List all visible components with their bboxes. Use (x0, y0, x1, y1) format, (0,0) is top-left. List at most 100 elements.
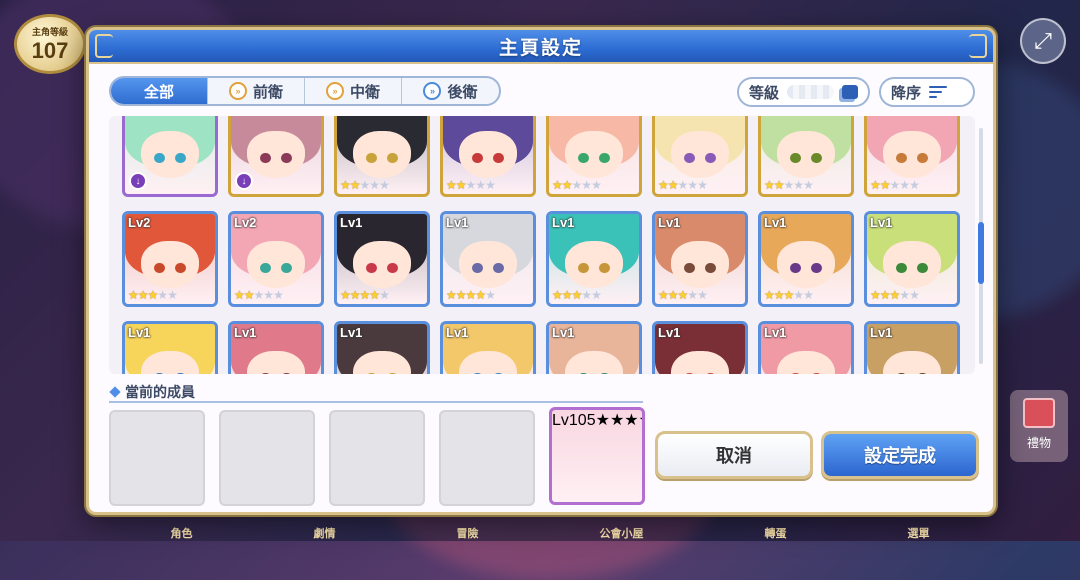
character-card[interactable]: Lv1 (652, 321, 748, 374)
level-label: Lv1 (552, 215, 575, 230)
nav-item[interactable]: 選單 (908, 525, 930, 541)
star-empty-icon: ★ (591, 288, 602, 302)
character-card[interactable]: Lv2 ★★★★★ (228, 211, 324, 307)
star-filled-icon: ★ (234, 288, 245, 302)
star-rating: ★★★★★ (658, 288, 708, 302)
tab-middle[interactable]: » 中衛 (305, 78, 402, 104)
character-roster[interactable]: ↓ ↓ ★★★★★ ★★★★★ ★★★★★ ★★★★★ ★★★★★ ★★★★★ Lv2 ★★★★★… (109, 116, 975, 374)
character-card[interactable]: Lv1 (758, 321, 854, 374)
sort-icon (929, 86, 948, 98)
sort-by-button[interactable]: 等級 (737, 77, 870, 107)
members-label: 當前的成員 (125, 384, 195, 400)
nav-item[interactable]: 轉蛋 (765, 525, 787, 541)
star-empty-icon: ★ (465, 178, 477, 192)
character-card[interactable]: ★★★★★ (652, 116, 748, 197)
character-card[interactable]: Lv1 (228, 321, 324, 374)
portrait-eye (789, 262, 801, 274)
character-card[interactable]: ★★★★★ (440, 116, 536, 197)
portrait-face (459, 131, 517, 178)
star-filled-icon: ★ (561, 178, 573, 192)
character-card[interactable]: ★★★★★ (334, 116, 430, 197)
character-card[interactable]: ★★★★★ (864, 116, 960, 197)
star-empty-icon: ★ (369, 178, 380, 192)
character-card[interactable]: Lv1 (334, 321, 430, 374)
gift-button[interactable]: 禮物 (1010, 390, 1068, 462)
star-empty-icon: ★ (591, 178, 602, 192)
portrait-face (247, 241, 305, 288)
tab-back[interactable]: » 後衛 (402, 78, 499, 104)
nav-item[interactable]: 角色 (171, 525, 193, 541)
tab-label: 中衛 (349, 83, 380, 101)
player-level-badge: 主角等級 107 (14, 14, 86, 74)
portrait-face (247, 131, 305, 178)
front-position-icon: » (228, 82, 247, 100)
star-filled-icon: ★ (667, 178, 679, 192)
star-filled-icon: ★ (465, 288, 477, 302)
level-label: Lv2 (234, 215, 257, 230)
sort-order-label: 降序 (891, 84, 922, 102)
confirm-button[interactable]: 設定完成 (821, 431, 979, 479)
tab-label: 前衛 (252, 83, 283, 101)
star-filled-icon: ★ (571, 288, 583, 302)
star-rating: ★★★★★ (764, 288, 814, 302)
star-filled-icon: ★ (561, 288, 573, 302)
character-card[interactable]: ↓ (122, 116, 218, 197)
portrait-eye (577, 152, 589, 164)
character-card[interactable]: ★★★★★ (758, 116, 854, 197)
position-filter-tabs: 全部 » 前衛 » 中衛 » 後衛 (109, 76, 501, 106)
star-filled-icon: ★ (455, 288, 467, 302)
character-card[interactable]: Lv1 ★★★★★ (334, 211, 430, 307)
character-card[interactable]: Lv1 ★★★★★ (758, 211, 854, 307)
divider (109, 401, 643, 403)
nav-item[interactable]: 冒險 (457, 525, 479, 541)
portrait-face (777, 131, 835, 178)
members-heading: 當前的成員 (109, 382, 195, 402)
star-rating: ★★★★★ (128, 288, 178, 302)
character-card[interactable]: Lv2 ★★★★★ (122, 211, 218, 307)
character-card[interactable]: Lv1 (122, 321, 218, 374)
star-filled-icon: ★ (870, 288, 881, 302)
scrollbar-thumb[interactable] (978, 222, 984, 284)
character-card[interactable]: Lv1 (864, 321, 960, 374)
character-card[interactable]: Lv1 ★★★★★ (440, 211, 536, 307)
gift-label: 禮物 (1026, 436, 1051, 450)
character-card[interactable]: Lv1 (440, 321, 536, 374)
tab-front[interactable]: » 前衛 (208, 78, 305, 104)
expand-icon[interactable]: ⤢ (1020, 18, 1066, 64)
star-filled-icon: ★ (879, 288, 891, 302)
character-card[interactable]: Lv1 ★★★★★ (546, 211, 642, 307)
cancel-button[interactable]: 取消 (655, 431, 813, 479)
star-empty-icon: ★ (899, 178, 910, 192)
star-filled-icon: ★ (667, 288, 679, 302)
character-card[interactable]: ↓ (228, 116, 324, 197)
empty-member-slot[interactable] (109, 410, 205, 506)
character-card[interactable]: ★★★★★ (546, 116, 642, 197)
star-filled-icon: ★ (340, 288, 351, 302)
empty-member-slot[interactable] (439, 410, 535, 506)
back-position-icon: » (423, 82, 442, 100)
star-filled-icon: ★ (552, 288, 563, 302)
character-card[interactable]: Lv1 (546, 321, 642, 374)
sort-order-button[interactable]: 降序 (879, 77, 975, 107)
tab-all[interactable]: 全部 (111, 78, 208, 104)
empty-member-slot[interactable] (329, 410, 425, 506)
level-label: Lv1 (658, 325, 681, 340)
nav-item[interactable]: 公會小屋 (600, 525, 644, 541)
star-filled-icon: ★ (147, 288, 159, 302)
star-rating: ★★★★★ (764, 178, 814, 192)
nav-item[interactable]: 劇情 (314, 525, 336, 541)
portrait-face (671, 241, 729, 288)
star-empty-icon: ★ (157, 288, 168, 302)
star-empty-icon: ★ (485, 178, 496, 192)
portrait-eye (471, 152, 483, 164)
star-filled-icon: ★ (595, 412, 610, 429)
portrait-eye (789, 152, 801, 164)
character-card[interactable]: Lv1 ★★★★★ (864, 211, 960, 307)
dialog-header: 主頁設定 (89, 30, 993, 64)
star-filled-icon: ★ (764, 288, 775, 302)
middle-position-icon: » (325, 82, 344, 100)
empty-member-slot[interactable] (219, 410, 315, 506)
character-card[interactable]: Lv1 ★★★★★ (652, 211, 748, 307)
current-member-card[interactable]: Lv105★★★★★ (549, 407, 645, 505)
star-empty-icon: ★ (793, 178, 804, 192)
